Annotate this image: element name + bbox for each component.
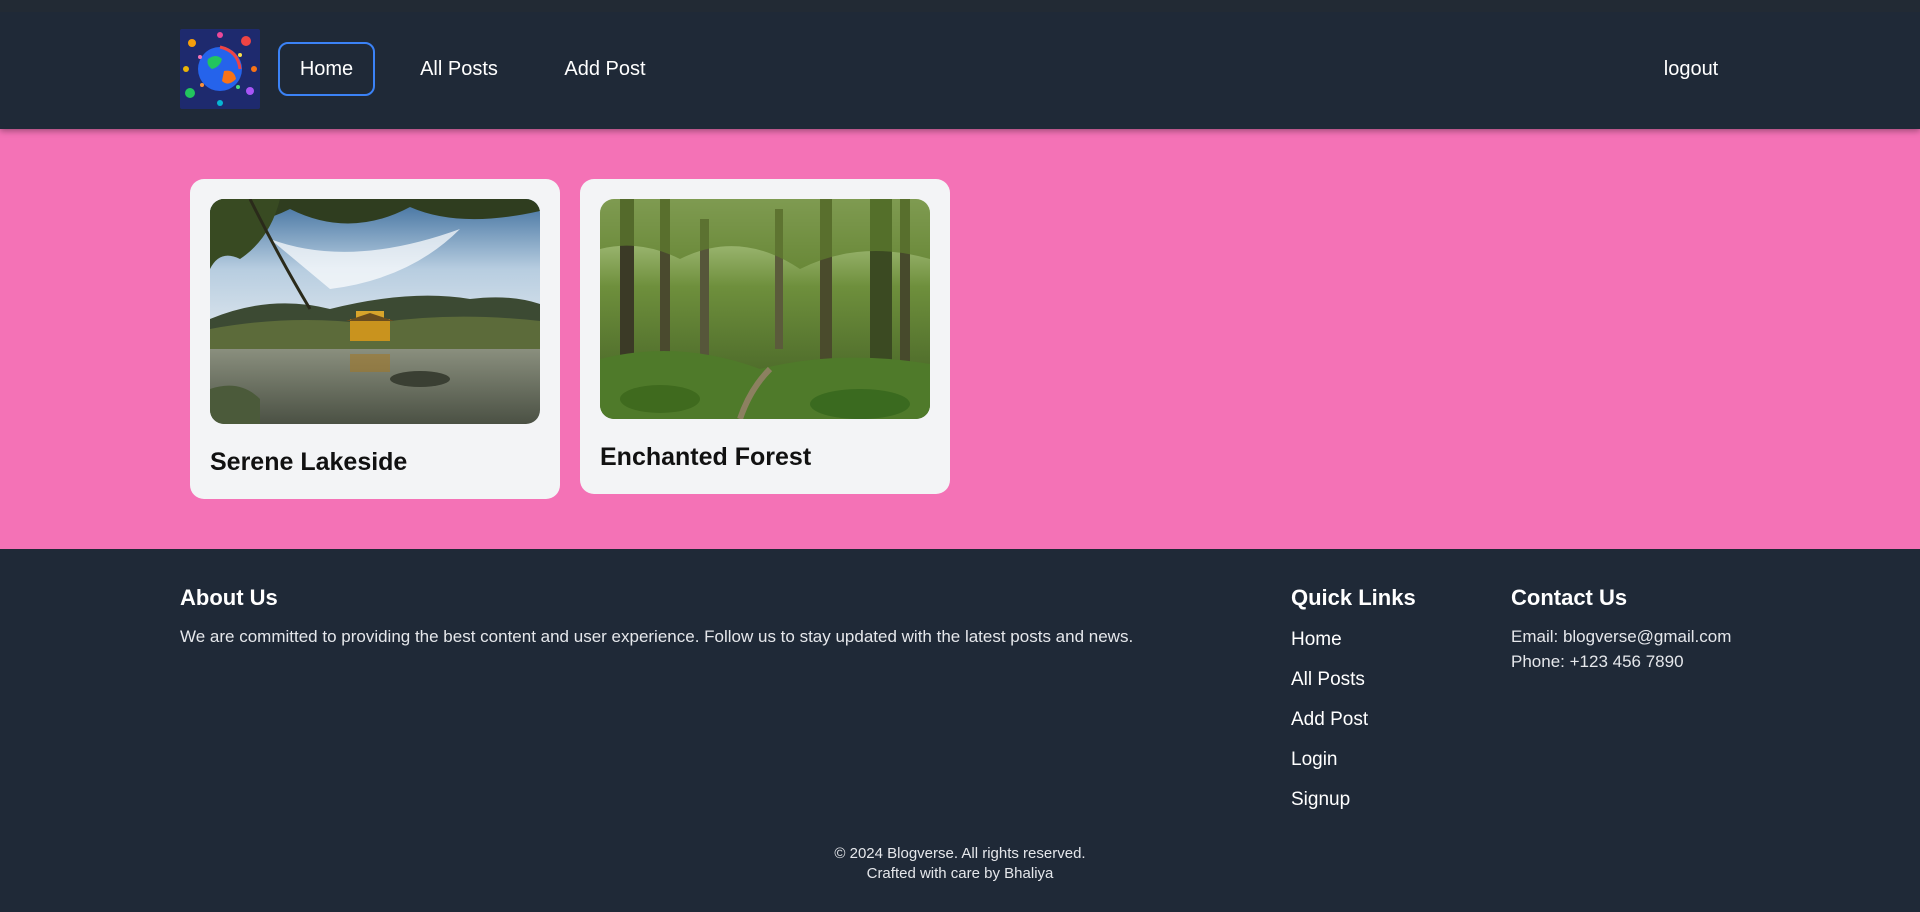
logout-button[interactable]: logout [1640,42,1742,96]
contact-phone: Phone: +123 456 7890 [1511,652,1684,671]
site-footer: About Us We are committed to providing t… [0,549,1920,912]
quick-links-heading: Quick Links [1291,585,1416,610]
post-image-forest [600,199,930,419]
contact-email: Email: blogverse@gmail.com [1511,627,1732,646]
footer-link-login[interactable]: Login [1291,749,1338,771]
post-card[interactable]: Serene Lakeside [190,179,560,499]
post-image-lakeside [210,199,540,424]
footer-link-all-posts[interactable]: All Posts [1291,669,1365,691]
about-heading: About Us [180,585,278,610]
copyright-text: © 2024 Blogverse. All rights reserved. [834,845,1086,862]
post-card[interactable]: Enchanted Forest [580,179,950,494]
post-title: Enchanted Forest [600,443,812,471]
nav-all-posts[interactable]: All Posts [408,42,510,96]
contact-heading: Contact Us [1511,585,1628,610]
post-title: Serene Lakeside [210,448,408,476]
blogverse-logo[interactable] [180,29,260,109]
about-text: We are committed to providing the best c… [180,627,1134,646]
site-header: Home All Posts Add Post logout [0,0,1920,129]
nav-add-post[interactable]: Add Post [545,42,665,96]
footer-link-home[interactable]: Home [1291,629,1342,651]
posts-section: Serene Lakeside Enchanted Forest [0,129,1920,549]
footer-link-signup[interactable]: Signup [1291,789,1350,811]
credit-text: Crafted with care by Bhaliya [866,865,1054,882]
footer-link-add-post[interactable]: Add Post [1291,709,1368,731]
nav-home[interactable]: Home [278,42,375,96]
